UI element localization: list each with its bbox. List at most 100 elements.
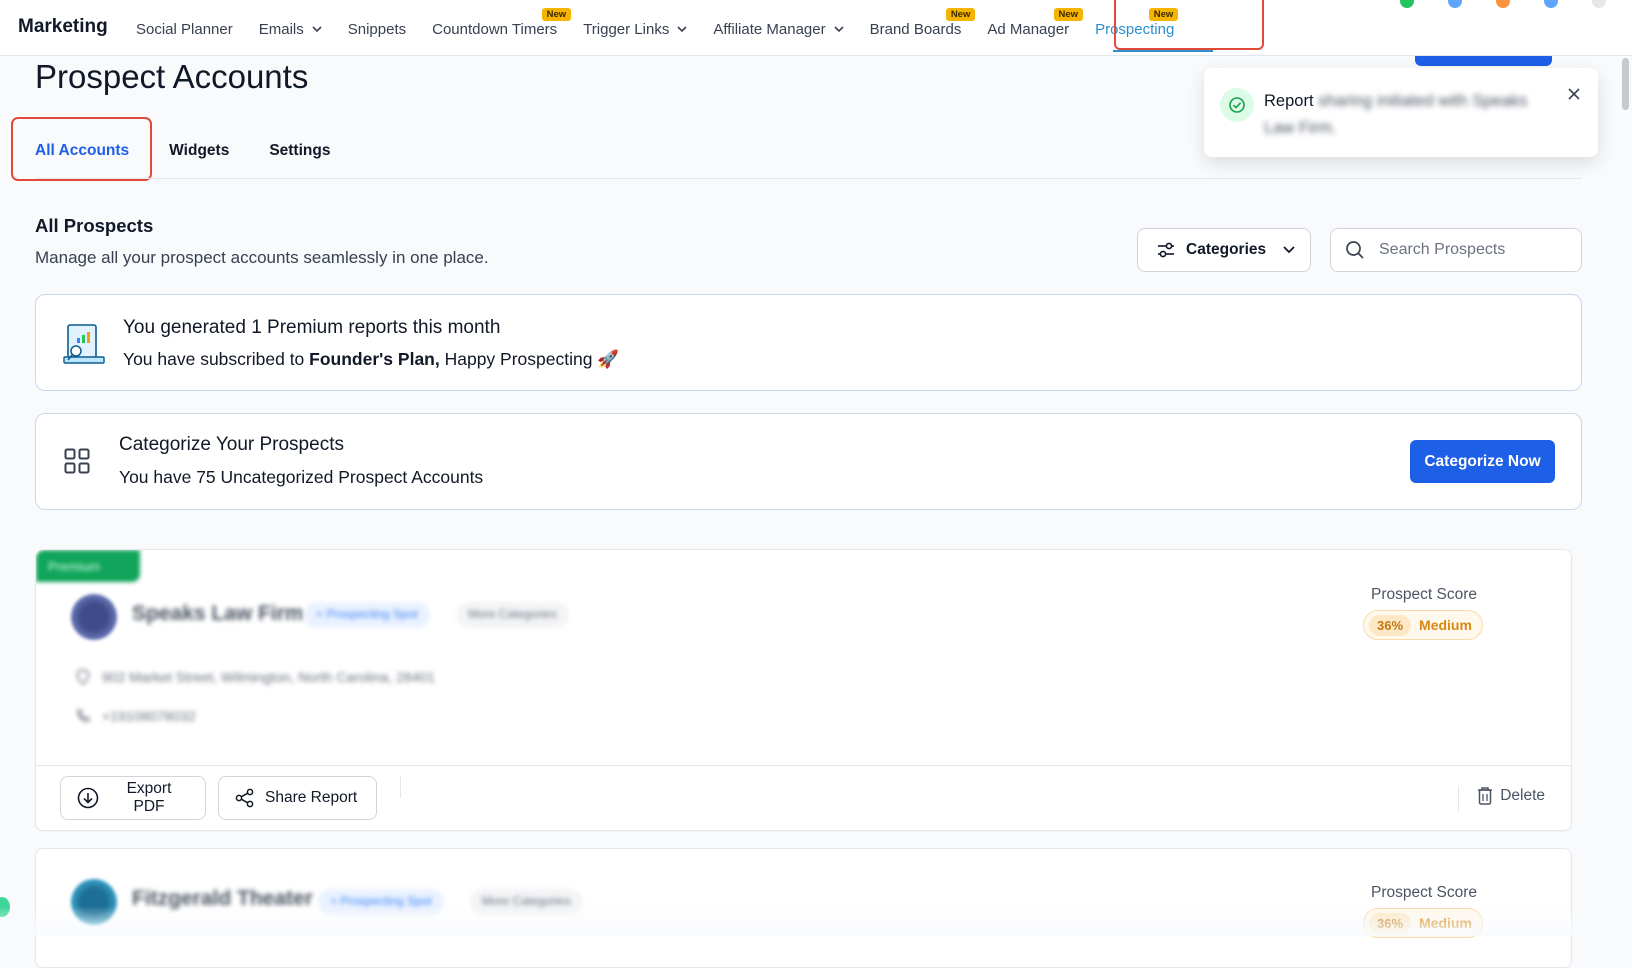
phone-text: +19108078032 (102, 708, 196, 724)
trash-icon (1478, 787, 1493, 805)
chevron-down-icon (834, 26, 844, 33)
new-badge: New (1053, 8, 1084, 21)
new-badge: New (1148, 8, 1179, 21)
score-percent: 36% (1369, 912, 1412, 934)
premium-label: Premium (48, 558, 101, 574)
reports-title: You generated 1 Premium reports this mon… (123, 317, 501, 338)
app-brand: Marketing (18, 16, 108, 37)
plan-name: Founder's Plan, (309, 349, 440, 369)
tab-settings[interactable]: Settings (269, 142, 330, 160)
share-report-label: Share Report (265, 789, 358, 806)
location-pin-icon (76, 669, 90, 685)
nav-label: Prospecting (1095, 20, 1175, 38)
search-icon (1346, 241, 1364, 259)
toast-notification: Report sharing initiated with Speaks Law… (1204, 68, 1598, 157)
nav-label: Brand Boards (869, 20, 962, 38)
primary-action-button[interactable] (1415, 56, 1552, 66)
divider (1458, 786, 1459, 812)
nav-item-countdown-timers[interactable]: Countdown Timers New (432, 0, 572, 56)
chevron-down-icon (1283, 246, 1295, 254)
header-avatars (1400, 0, 1606, 8)
phone-icon (77, 709, 90, 722)
toast-message: Report sharing initiated with Speaks Law… (1264, 88, 1560, 142)
address-row: 902 Market Street, Wilmington, North Car… (76, 669, 435, 685)
prospect-score-badge: 36% Medium (1363, 908, 1483, 938)
chevron-down-icon (677, 26, 687, 33)
premium-reports-card: You generated 1 Premium reports this mon… (35, 294, 1582, 391)
filter-sliders-icon (1158, 242, 1174, 258)
status-dot (1592, 0, 1606, 8)
categorize-card: Categorize Your Prospects You have 75 Un… (35, 413, 1582, 510)
score-level: Medium (1419, 617, 1472, 633)
nav-label: Emails (258, 20, 304, 38)
nav-item-snippets[interactable]: Snippets (348, 0, 406, 56)
nav-menu: Social Planner Emails Snippets Countdown… (136, 0, 1200, 56)
prospect-score-label: Prospect Score (1371, 586, 1477, 603)
premium-ribbon: Premium (36, 550, 140, 582)
share-report-button[interactable]: Share Report (218, 776, 377, 820)
address-text: 902 Market Street, Wilmington, North Car… (102, 669, 436, 685)
export-pdf-button[interactable]: Export PDF (60, 776, 206, 820)
categories-label: Categories (1186, 241, 1267, 258)
divider (400, 776, 401, 798)
close-icon[interactable] (1566, 86, 1582, 102)
phone-row: +19108078032 (76, 708, 196, 724)
score-level: Medium (1419, 915, 1472, 931)
categorize-subtitle: You have 75 Uncategorized Prospect Accou… (119, 467, 484, 487)
nav-label: Countdown Timers (432, 20, 558, 38)
nav-item-brand-boards[interactable]: Brand Boards New (869, 0, 976, 56)
categories-dropdown[interactable]: Categories (1137, 228, 1311, 272)
categorize-now-button[interactable]: Categorize Now (1410, 440, 1555, 483)
download-icon (77, 787, 99, 809)
export-pdf-label: Export PDF (126, 780, 172, 815)
top-navigation: Marketing Social Planner Emails Snippets… (0, 0, 1632, 56)
nav-label: Trigger Links (583, 20, 670, 38)
more-categories-chip[interactable]: More Categories (470, 889, 583, 915)
nav-label: Affiliate Manager (713, 20, 826, 38)
reports-sub-prefix: You have subscribed to (123, 349, 310, 369)
category-chip[interactable]: + Prospecting Spot (304, 602, 430, 628)
nav-item-prospecting[interactable]: Prospecting New (1095, 0, 1179, 56)
avatar (71, 879, 117, 925)
delete-button[interactable]: Delete (1476, 786, 1545, 806)
grid-icon (64, 448, 90, 474)
section-subtitle: Manage all your prospect accounts seamle… (35, 248, 489, 267)
reports-subtitle: You have subscribed to Founder's Plan, H… (123, 349, 619, 370)
nav-item-affiliate-manager[interactable]: Affiliate Manager (713, 0, 844, 56)
nav-item-trigger-links[interactable]: Trigger Links (583, 0, 687, 56)
avatar (71, 594, 117, 640)
score-percent: 36% (1369, 614, 1412, 636)
nav-item-ad-manager[interactable]: Ad Manager New (987, 0, 1084, 56)
status-dot (1448, 0, 1462, 8)
chat-widget-dot[interactable] (0, 897, 10, 917)
success-check-icon (1220, 88, 1254, 122)
prospect-score-label: Prospect Score (1371, 884, 1477, 901)
new-badge: New (945, 8, 976, 21)
section-title: All Prospects (35, 215, 154, 236)
delete-label: Delete (1500, 787, 1545, 804)
reports-sub-suffix: Happy Prospecting 🚀 (439, 349, 620, 369)
active-tab-underline (1113, 50, 1213, 52)
search-box (1330, 228, 1582, 272)
status-dot (1544, 0, 1558, 8)
chevron-down-icon (312, 26, 322, 33)
divider (35, 178, 1582, 179)
share-icon (235, 788, 254, 808)
nav-label: Social Planner (136, 20, 233, 38)
prospect-name[interactable]: Fitzgerald Theater (132, 887, 313, 911)
scrollbar-track[interactable] (1618, 56, 1632, 936)
category-chip[interactable]: + Prospecting Spot (318, 889, 444, 915)
tab-widgets[interactable]: Widgets (169, 142, 229, 160)
prospect-name[interactable]: Speaks Law Firm (132, 602, 304, 626)
nav-label: Ad Manager (987, 20, 1070, 38)
scrollbar-thumb[interactable] (1622, 58, 1629, 110)
search-input[interactable] (1379, 241, 1559, 259)
status-dot (1400, 0, 1414, 8)
nav-item-social-planner[interactable]: Social Planner (136, 0, 233, 56)
nav-item-emails[interactable]: Emails (259, 0, 322, 56)
more-categories-chip[interactable]: More Categories (456, 602, 569, 628)
divider (36, 765, 1571, 766)
prospect-card: Premium Speaks Law Firm + Prospecting Sp… (35, 549, 1572, 831)
new-badge: New (541, 8, 572, 21)
report-document-icon (63, 324, 105, 364)
